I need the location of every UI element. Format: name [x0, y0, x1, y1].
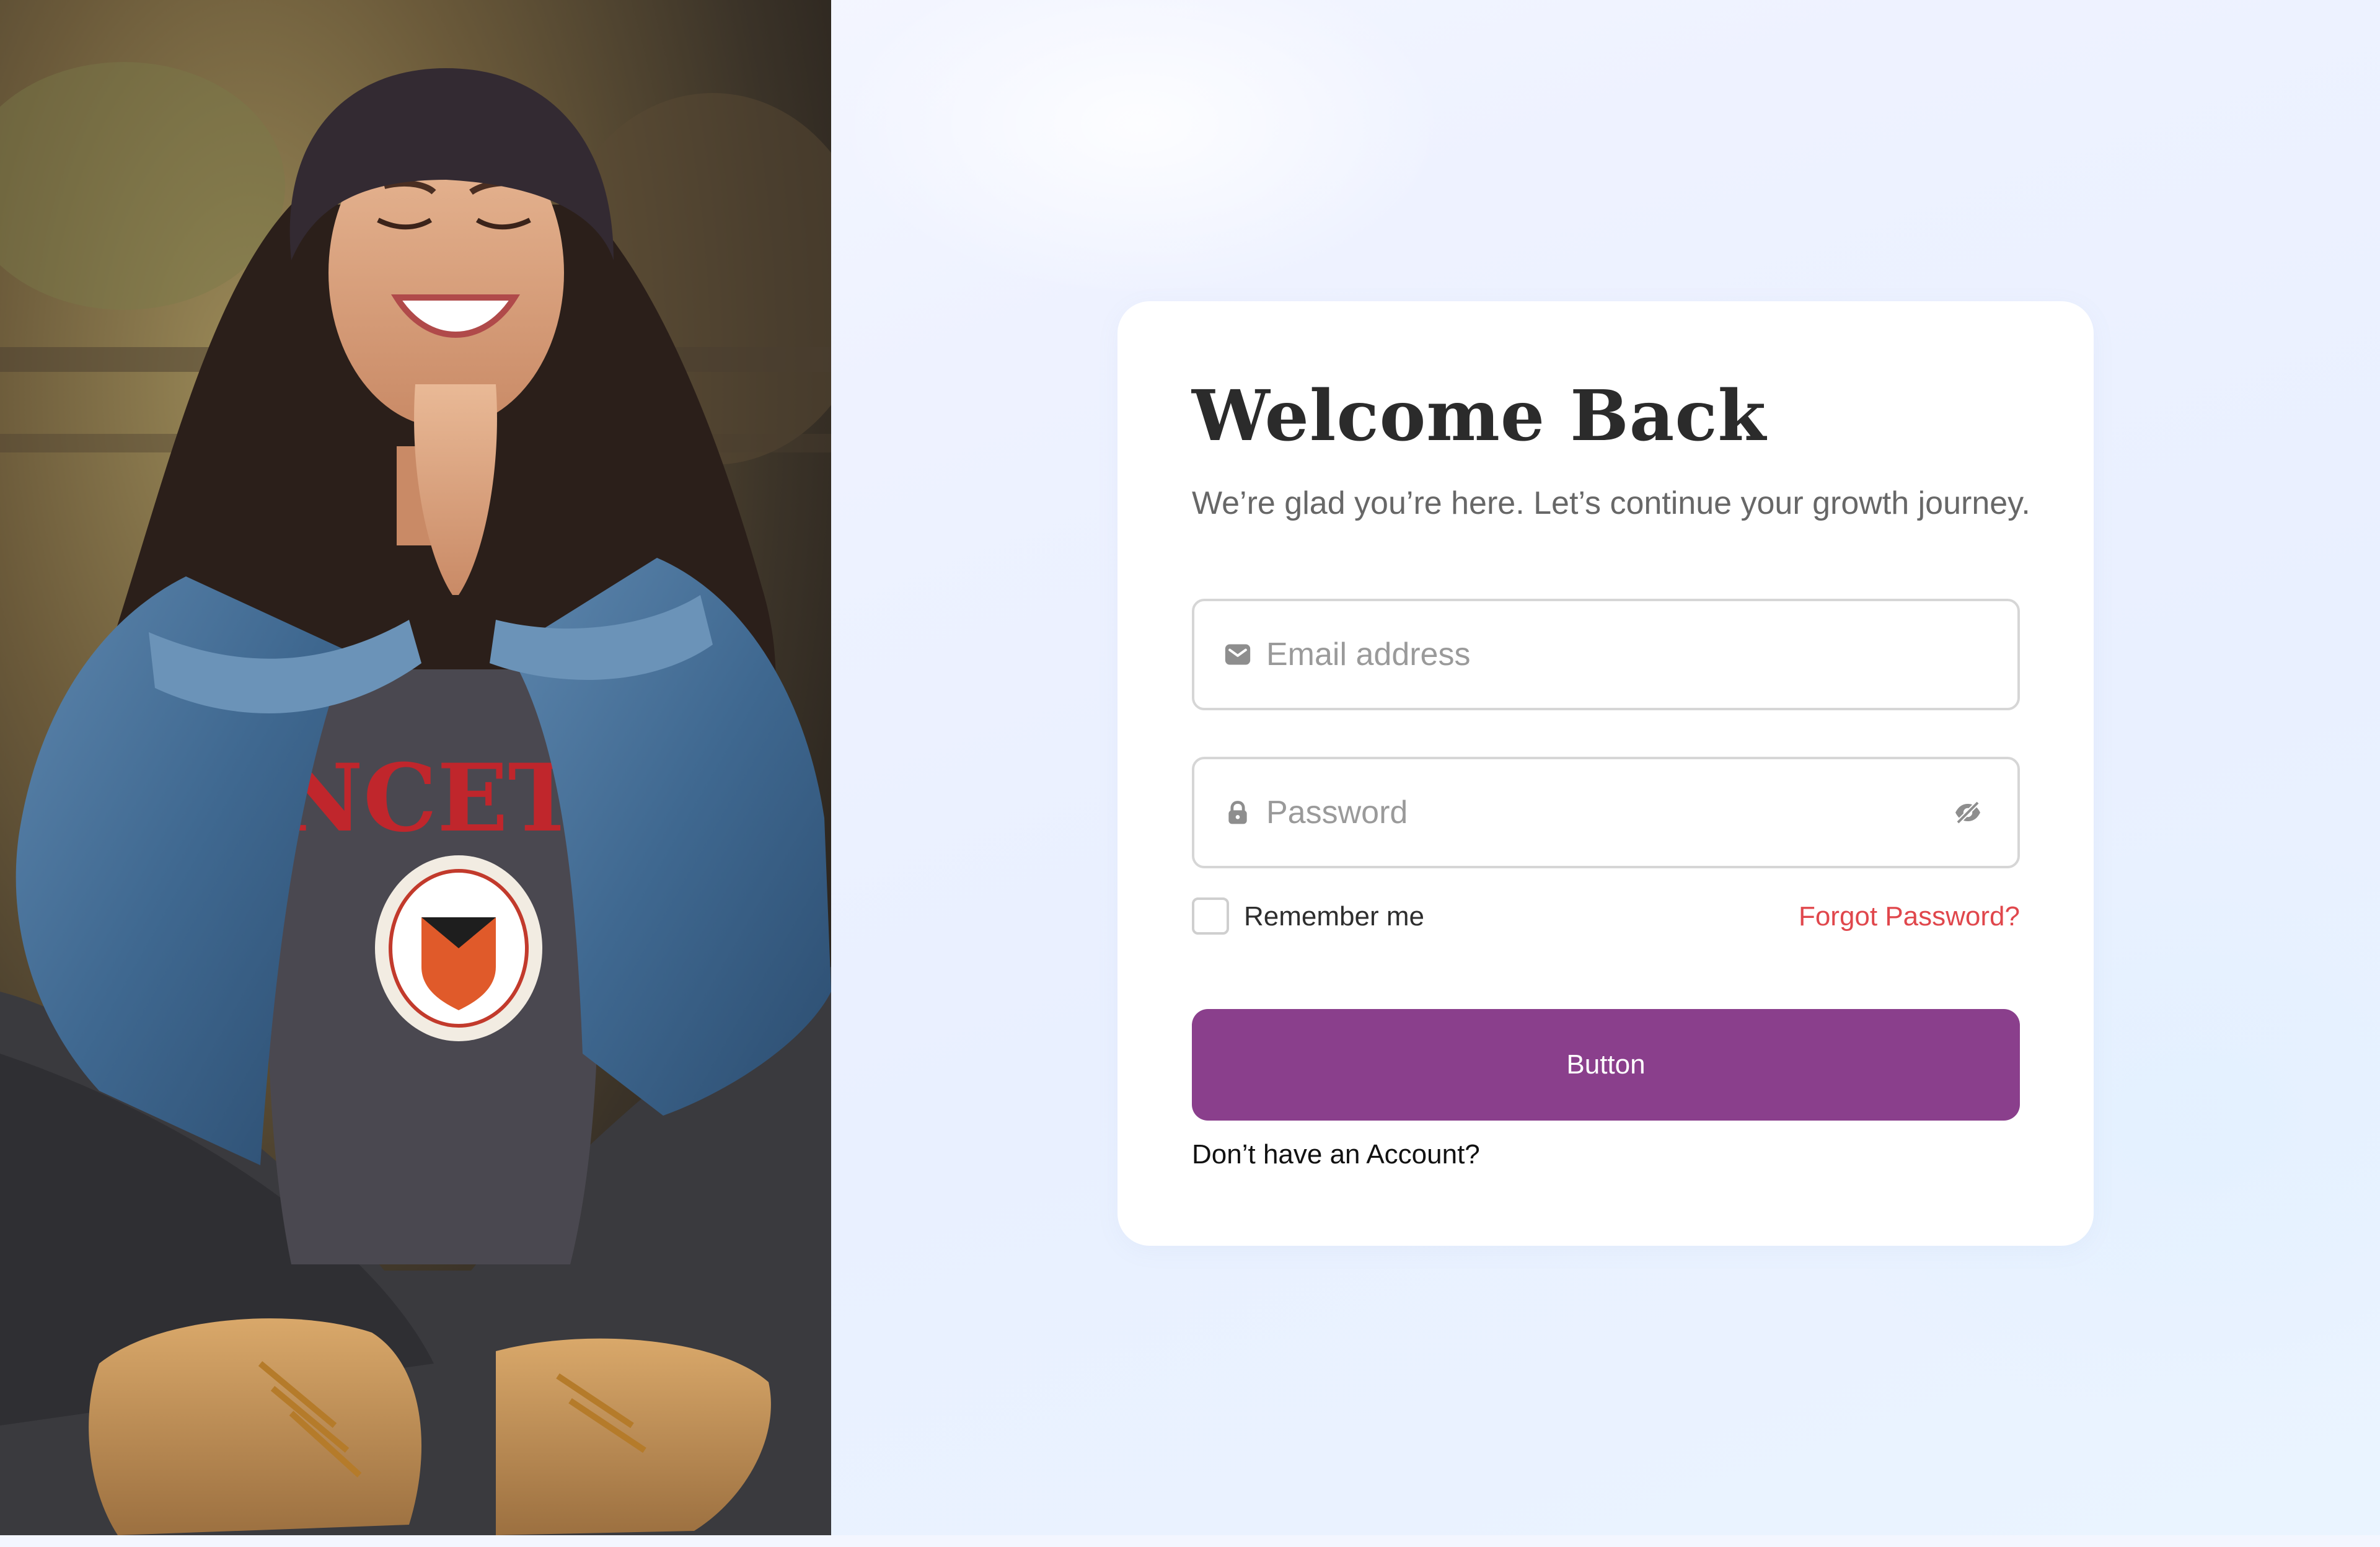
password-input[interactable] — [1266, 759, 1936, 866]
submit-button[interactable]: Button — [1192, 1009, 2020, 1121]
envelope-icon — [1224, 641, 1251, 668]
signup-link[interactable]: Don’t have an Account? — [1192, 1139, 1480, 1170]
remember-row: Remember me Forgot Password? — [1192, 896, 2020, 936]
lock-icon — [1224, 799, 1251, 826]
remember-me-label[interactable]: Remember me — [1244, 901, 1424, 932]
password-field[interactable] — [1192, 757, 2020, 868]
eye-slash-icon[interactable] — [1953, 798, 1983, 827]
hero-illustration: NCET — [0, 0, 831, 1535]
email-input[interactable] — [1266, 601, 1936, 708]
page-title: Welcome Back — [1192, 376, 1767, 457]
page-subtitle: We’re glad you’re here. Let’s continue y… — [1192, 485, 2030, 521]
remember-me-checkbox[interactable] — [1192, 897, 1229, 935]
login-card: Welcome Back We’re glad you’re here. Let… — [1117, 301, 2094, 1246]
forgot-password-link[interactable]: Forgot Password? — [1799, 901, 2020, 932]
email-field[interactable] — [1192, 599, 2020, 710]
hero-photo: NCET — [0, 0, 831, 1535]
svg-text:NCET: NCET — [278, 744, 577, 853]
